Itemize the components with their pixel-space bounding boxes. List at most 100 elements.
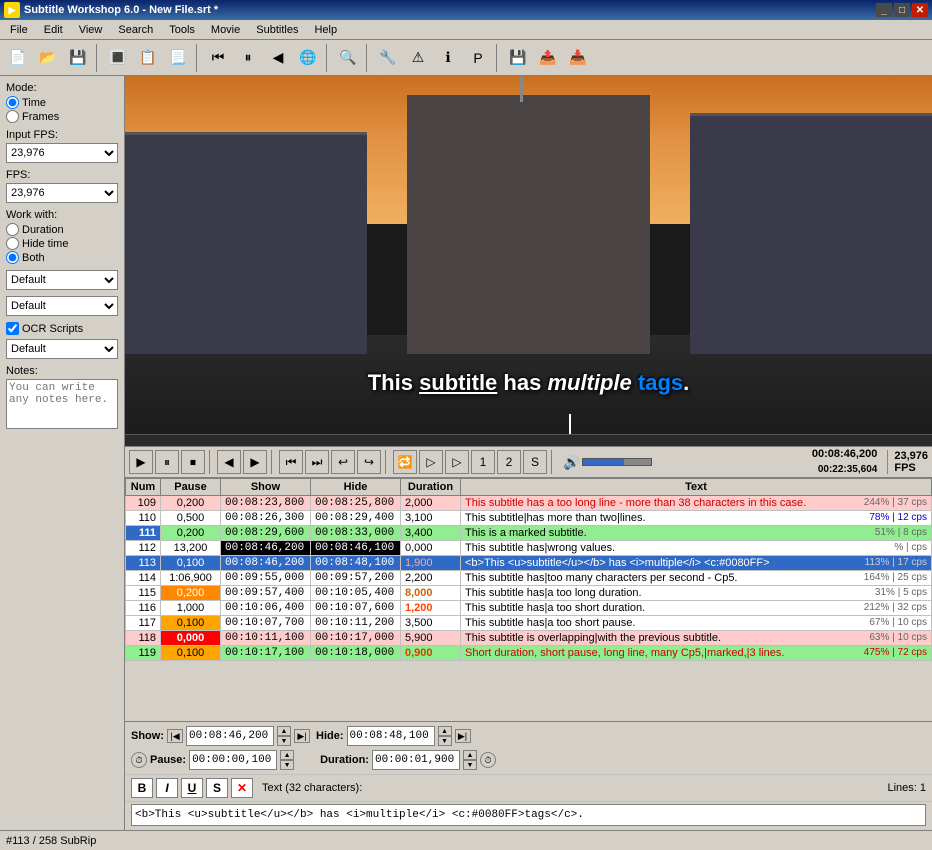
stop-button[interactable]: ⏹	[181, 450, 205, 474]
mode-frames-radio[interactable]	[6, 110, 19, 123]
input-fps-dropdown[interactable]: 23,976 25 29,97	[6, 143, 118, 163]
fwd-s-button[interactable]: ↪	[357, 450, 381, 474]
maximize-button[interactable]: □	[894, 3, 910, 17]
work-duration-radio[interactable]	[6, 223, 19, 236]
tb-warn[interactable]: ⚠	[404, 44, 432, 72]
hide-next-button[interactable]: ▶|	[455, 729, 471, 743]
italic-button[interactable]: I	[156, 778, 178, 798]
tb-btn-1[interactable]: 🔳	[104, 44, 132, 72]
table-row[interactable]: 113 0,100 00:08:46,200 00:08:48,100 1,90…	[126, 556, 932, 571]
tb-spell[interactable]: P	[464, 44, 492, 72]
default-dropdown-2[interactable]: Default	[6, 296, 118, 316]
pause-spin-up[interactable]: ▲	[280, 750, 294, 760]
tb-btn-4[interactable]: ⏮	[204, 44, 232, 72]
show-spin-down[interactable]: ▼	[277, 736, 291, 746]
back-s-button[interactable]: ↩	[331, 450, 355, 474]
tb-btn-6[interactable]: ◀	[264, 44, 292, 72]
open-button[interactable]: 📂	[34, 44, 62, 72]
tb-btn-3[interactable]: 📃	[164, 44, 192, 72]
menu-search[interactable]: Search	[110, 22, 161, 38]
underline-button[interactable]: U	[181, 778, 203, 798]
work-hidetime-radio[interactable]	[6, 237, 19, 250]
mode-time-option[interactable]: Time	[6, 96, 118, 109]
show-next-button[interactable]: ▶|	[294, 729, 310, 743]
next-button[interactable]: ▶	[243, 450, 267, 474]
tb-info[interactable]: ℹ	[434, 44, 462, 72]
minimize-button[interactable]: _	[876, 3, 892, 17]
notes-textarea[interactable]	[6, 379, 118, 429]
text-edit-input[interactable]	[131, 804, 926, 826]
work-both-radio[interactable]	[6, 251, 19, 264]
menu-file[interactable]: File	[2, 22, 36, 38]
mark-out-button[interactable]: ▷	[445, 450, 469, 474]
tb-search[interactable]: 🔍	[334, 44, 362, 72]
duration-circle-button[interactable]: ⏱	[480, 752, 496, 768]
table-row[interactable]: 111 0,200 00:08:29,600 00:08:33,000 3,40…	[126, 526, 932, 541]
default-dropdown-3[interactable]: Default	[6, 339, 118, 359]
tb-btn-x[interactable]: 📤	[534, 44, 562, 72]
mode-time-radio[interactable]	[6, 96, 19, 109]
translate-button[interactable]: 🌐	[294, 44, 322, 72]
menu-tools[interactable]: Tools	[161, 22, 203, 38]
tb-check[interactable]: 🔧	[374, 44, 402, 72]
table-row[interactable]: 109 0,200 00:08:23,800 00:08:25,800 2,00…	[126, 496, 932, 511]
table-row[interactable]: 117 0,100 00:10:07,700 00:10:11,200 3,50…	[126, 616, 932, 631]
table-row[interactable]: 112 13,200 00:08:46,200 00:08:46,100 0,0…	[126, 541, 932, 556]
new-button[interactable]: 📄	[4, 44, 32, 72]
duration-spin-down[interactable]: ▼	[463, 760, 477, 770]
remove-tags-button[interactable]: ✕	[231, 778, 253, 798]
prev-button[interactable]: ◀	[217, 450, 241, 474]
show-prev-button[interactable]: |◀	[167, 729, 183, 743]
pause-spin-down[interactable]: ▼	[280, 760, 294, 770]
menu-view[interactable]: View	[71, 22, 111, 38]
table-row[interactable]: 118 0,000 00:10:11,100 00:10:17,000 5,90…	[126, 631, 932, 646]
table-row[interactable]: 110 0,500 00:08:26,300 00:08:29,400 3,10…	[126, 511, 932, 526]
timeline-bar[interactable]	[125, 434, 932, 446]
timeline-marker[interactable]	[569, 414, 571, 434]
ocr-scripts-checkbox[interactable]	[6, 322, 19, 335]
tb-btn-y[interactable]: 📥	[564, 44, 592, 72]
hide-input[interactable]	[347, 726, 435, 746]
setshow-button[interactable]: 1	[471, 450, 495, 474]
sethide-button[interactable]: 2	[497, 450, 521, 474]
menu-help[interactable]: Help	[306, 22, 345, 38]
hide-spin-down[interactable]: ▼	[438, 736, 452, 746]
duration-spin-up[interactable]: ▲	[463, 750, 477, 760]
subtitle-table-container[interactable]: Num Pause Show Hide Duration Text 109 0,…	[125, 478, 932, 722]
work-duration-option[interactable]: Duration	[6, 223, 118, 236]
loop-button[interactable]: 🔁	[393, 450, 417, 474]
table-row[interactable]: 115 0,200 00:09:57,400 00:10:05,400 8,00…	[126, 586, 932, 601]
play-button[interactable]: ▶	[129, 450, 153, 474]
show-spin-up[interactable]: ▲	[277, 726, 291, 736]
skip-fwd-button[interactable]: ⏭	[305, 450, 329, 474]
pause-button[interactable]: ⏸	[155, 450, 179, 474]
hide-spin-up[interactable]: ▲	[438, 726, 452, 736]
default-dropdown-1[interactable]: Default	[6, 270, 118, 290]
mode-frames-option[interactable]: Frames	[6, 110, 118, 123]
transport-s-button[interactable]: S	[523, 450, 547, 474]
pause-circle-button[interactable]: ⏱	[131, 752, 147, 768]
mark-in-button[interactable]: ▷	[419, 450, 443, 474]
tb-btn-5[interactable]: ⏸	[234, 44, 262, 72]
menu-edit[interactable]: Edit	[36, 22, 71, 38]
fps-dropdown[interactable]: 23,976 25 29,97	[6, 183, 118, 203]
bold-button[interactable]: B	[131, 778, 153, 798]
skip-back-button[interactable]: ⏮	[279, 450, 303, 474]
strikethrough-button[interactable]: S	[206, 778, 228, 798]
menu-subtitles[interactable]: Subtitles	[248, 22, 306, 38]
table-row[interactable]: 119 0,100 00:10:17,100 00:10:18,000 0,90…	[126, 646, 932, 661]
work-hidetime-option[interactable]: Hide time	[6, 237, 118, 250]
close-button[interactable]: ✕	[912, 3, 928, 17]
work-both-option[interactable]: Both	[6, 251, 118, 264]
tb-save2[interactable]: 💾	[504, 44, 532, 72]
tb-btn-2[interactable]: 📋	[134, 44, 162, 72]
table-row[interactable]: 114 1:06,900 00:09:55,000 00:09:57,200 2…	[126, 571, 932, 586]
ocr-scripts-section[interactable]: OCR Scripts	[6, 322, 118, 335]
volume-slider[interactable]	[582, 458, 652, 466]
menu-movie[interactable]: Movie	[203, 22, 248, 38]
save-button[interactable]: 💾	[64, 44, 92, 72]
show-input[interactable]	[186, 726, 274, 746]
duration-input[interactable]	[372, 750, 460, 770]
pause-input[interactable]	[189, 750, 277, 770]
table-row[interactable]: 116 1,000 00:10:06,400 00:10:07,600 1,20…	[126, 601, 932, 616]
